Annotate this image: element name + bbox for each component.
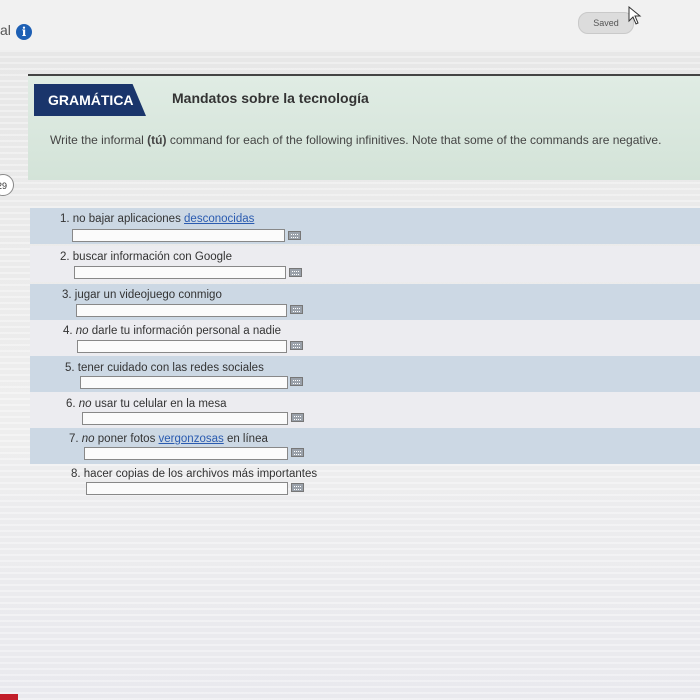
answer-input[interactable] <box>82 412 288 425</box>
keyboard-icon[interactable] <box>291 413 304 422</box>
nav-label-fragment[interactable]: al <box>0 22 11 38</box>
vocab-link[interactable]: vergonzosas <box>159 433 224 445</box>
corner-mark <box>0 694 18 700</box>
instructions-tu: (tú) <box>147 133 167 147</box>
answer-input[interactable] <box>86 482 288 495</box>
answer-input[interactable] <box>77 340 287 353</box>
instructions-part-2: command for each of the following infini… <box>166 133 662 147</box>
item-label: 3. jugar un videojuego conmigo <box>62 289 222 301</box>
answer-input[interactable] <box>72 229 285 242</box>
mouse-cursor-icon <box>628 6 642 25</box>
keyboard-icon[interactable] <box>290 341 303 350</box>
keyboard-icon[interactable] <box>290 305 303 314</box>
item-label: 2. buscar información con Google <box>60 251 232 263</box>
keyboard-icon[interactable] <box>289 268 302 277</box>
answer-input[interactable] <box>84 447 288 460</box>
section-title: Mandatos sobre la tecnología <box>172 90 369 106</box>
answer-input[interactable] <box>76 304 287 317</box>
item-label: 5. tener cuidado con las redes sociales <box>65 362 264 374</box>
vocab-link[interactable]: desconocidas <box>184 213 254 225</box>
item-label: 1. no bajar aplicaciones desconocidas <box>60 213 255 225</box>
item-label: 6. no usar tu celular en la mesa <box>66 398 227 410</box>
item-label: 4. no darle tu información personal a na… <box>63 325 282 337</box>
answer-input[interactable] <box>80 376 288 389</box>
saved-status-badge: Saved <box>578 12 634 34</box>
question-number-badge[interactable]: 29 <box>0 174 14 196</box>
keyboard-icon[interactable] <box>291 483 304 492</box>
keyboard-icon[interactable] <box>291 448 304 457</box>
info-icon[interactable]: i <box>16 24 32 40</box>
section-tab: GRAMÁTICA <box>34 84 146 116</box>
keyboard-icon[interactable] <box>288 231 301 240</box>
keyboard-icon[interactable] <box>290 377 303 386</box>
answer-input[interactable] <box>74 266 286 279</box>
item-label: 8. hacer copias de los archivos más impo… <box>71 468 318 480</box>
instructions-part-1: Write the informal <box>50 133 148 147</box>
item-label: 7. no poner fotos vergonzosas en línea <box>69 433 268 445</box>
top-bar: al i Saved <box>0 0 700 50</box>
instructions-text: Write the informal (tú) command for each… <box>50 133 661 147</box>
